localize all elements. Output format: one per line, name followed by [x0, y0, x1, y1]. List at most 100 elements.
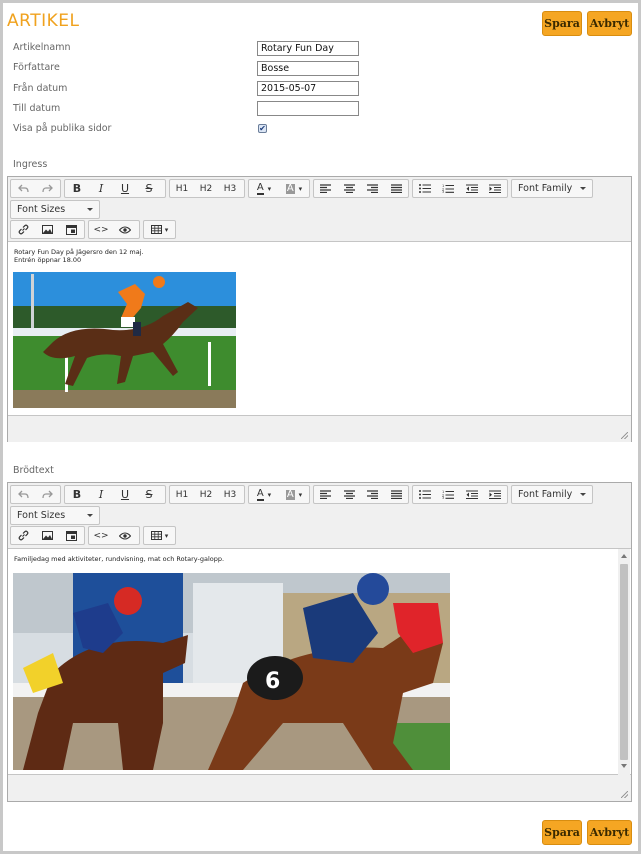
- font-sizes-dropdown[interactable]: Font Sizes: [10, 200, 100, 219]
- ingress-content[interactable]: Rotary Fun Day på Jägersro den 12 maj. E…: [8, 241, 631, 416]
- brodtext-text-line1: Familjedag med aktiviteter, rundvisning,…: [14, 555, 225, 563]
- bold-button[interactable]: B: [65, 180, 89, 197]
- numbered-list-icon[interactable]: 123: [437, 180, 461, 197]
- insert-group: [10, 526, 85, 545]
- scroll-down-icon[interactable]: [621, 764, 627, 768]
- font-family-dropdown[interactable]: Font Family: [511, 485, 593, 504]
- history-group: [10, 485, 61, 504]
- align-center-icon[interactable]: [338, 486, 362, 503]
- h2-button[interactable]: H2: [194, 180, 218, 197]
- numbered-list-icon[interactable]: 123: [437, 486, 461, 503]
- align-right-icon[interactable]: [361, 486, 385, 503]
- ingress-text-line1: Rotary Fun Day på Jägersro den 12 maj.: [14, 248, 144, 256]
- strikethrough-button[interactable]: S: [137, 180, 161, 197]
- font-color-button[interactable]: A ▾: [249, 180, 279, 197]
- bullet-list-icon[interactable]: [413, 180, 437, 197]
- table-group: ▾: [143, 220, 176, 239]
- redo-icon[interactable]: [35, 180, 59, 197]
- bg-color-button[interactable]: A ▾: [279, 180, 309, 197]
- brodtext-scrollbar[interactable]: [618, 549, 630, 775]
- code-icon[interactable]: <>: [89, 221, 113, 238]
- cancel-button[interactable]: Avbryt: [587, 11, 632, 36]
- italic-button[interactable]: I: [89, 486, 113, 503]
- font-sizes-dropdown[interactable]: Font Sizes: [10, 506, 100, 525]
- h1-button[interactable]: H1: [170, 486, 194, 503]
- resize-handle-icon[interactable]: [621, 791, 628, 798]
- chevron-down-icon: [87, 514, 93, 517]
- code-icon[interactable]: <>: [89, 527, 113, 544]
- italic-button[interactable]: I: [89, 180, 113, 197]
- underline-button[interactable]: U: [113, 180, 137, 197]
- align-justify-icon[interactable]: [385, 180, 409, 197]
- image-icon[interactable]: [35, 527, 59, 544]
- align-left-icon[interactable]: [314, 180, 338, 197]
- footer-cancel-button[interactable]: Avbryt: [587, 820, 632, 845]
- table-group: ▾: [143, 526, 176, 545]
- footer-save-button[interactable]: Spara: [542, 820, 582, 845]
- undo-icon[interactable]: [11, 180, 35, 197]
- h3-button[interactable]: H3: [218, 180, 242, 197]
- resize-handle-icon[interactable]: [621, 432, 628, 439]
- h1-button[interactable]: H1: [170, 180, 194, 197]
- bg-color-button[interactable]: A ▾: [279, 486, 309, 503]
- strikethrough-button[interactable]: S: [137, 486, 161, 503]
- fran-datum-input[interactable]: 2015-05-07: [257, 81, 359, 96]
- brodtext-toolbar: B I U S H1 H2 H3 A ▾ A ▾ 123 Font Family…: [8, 483, 631, 547]
- svg-text:6: 6: [265, 669, 280, 694]
- media-icon[interactable]: [59, 221, 83, 238]
- history-group: [10, 179, 61, 198]
- forfattare-input[interactable]: Bosse: [257, 61, 359, 76]
- align-center-icon[interactable]: [338, 180, 362, 197]
- font-sizes-label: Font Sizes: [17, 510, 66, 521]
- align-justify-icon[interactable]: [385, 486, 409, 503]
- heading-group: H1 H2 H3: [169, 179, 245, 198]
- bullet-list-icon[interactable]: [413, 486, 437, 503]
- h3-button[interactable]: H3: [218, 486, 242, 503]
- save-button[interactable]: Spara: [542, 11, 582, 36]
- font-color-button[interactable]: A ▾: [249, 486, 279, 503]
- publish-checkbox[interactable]: ✔: [258, 124, 267, 133]
- undo-icon[interactable]: [11, 486, 35, 503]
- indent-icon[interactable]: [484, 180, 508, 197]
- scrollbar-thumb[interactable]: [620, 564, 628, 760]
- ingress-statusbar: [8, 417, 631, 442]
- link-icon[interactable]: [11, 527, 35, 544]
- underline-button[interactable]: U: [113, 486, 137, 503]
- align-left-icon[interactable]: [314, 486, 338, 503]
- svg-text:3: 3: [442, 190, 444, 193]
- preview-eye-icon[interactable]: [113, 527, 137, 544]
- preview-eye-icon[interactable]: [113, 221, 137, 238]
- field-label-till-datum: Till datum: [13, 103, 61, 114]
- list-group: 123: [412, 485, 508, 504]
- color-group: A ▾ A ▾: [248, 179, 310, 198]
- brodtext-statusbar: [8, 776, 631, 801]
- h2-button[interactable]: H2: [194, 486, 218, 503]
- bold-button[interactable]: B: [65, 486, 89, 503]
- outdent-icon[interactable]: [460, 486, 484, 503]
- scroll-up-icon[interactable]: [621, 554, 627, 558]
- chevron-down-icon: [580, 187, 586, 190]
- image-icon[interactable]: [35, 221, 59, 238]
- table-icon[interactable]: ▾: [144, 527, 175, 544]
- font-family-dropdown[interactable]: Font Family: [511, 179, 593, 198]
- page-title: ARTIKEL: [7, 11, 80, 31]
- artikelnamn-input[interactable]: Rotary Fun Day: [257, 41, 359, 56]
- media-icon[interactable]: [59, 527, 83, 544]
- brodtext-content[interactable]: Familjedag med aktiviteter, rundvisning,…: [8, 548, 631, 775]
- link-icon[interactable]: [11, 221, 35, 238]
- indent-icon[interactable]: [484, 486, 508, 503]
- heading-group: H1 H2 H3: [169, 485, 245, 504]
- horse-race-image: 6: [13, 573, 450, 770]
- redo-icon[interactable]: [35, 486, 59, 503]
- code-group: <>: [88, 526, 140, 545]
- font-family-label: Font Family: [518, 489, 573, 500]
- outdent-icon[interactable]: [460, 180, 484, 197]
- till-datum-input[interactable]: [257, 101, 359, 116]
- font-color-icon: A: [256, 181, 264, 195]
- format-group: B I U S: [64, 485, 166, 504]
- align-group: [313, 179, 409, 198]
- color-group: A ▾ A ▾: [248, 485, 310, 504]
- table-icon[interactable]: ▾: [144, 221, 175, 238]
- align-right-icon[interactable]: [361, 180, 385, 197]
- brodtext-label: Brödtext: [13, 465, 54, 476]
